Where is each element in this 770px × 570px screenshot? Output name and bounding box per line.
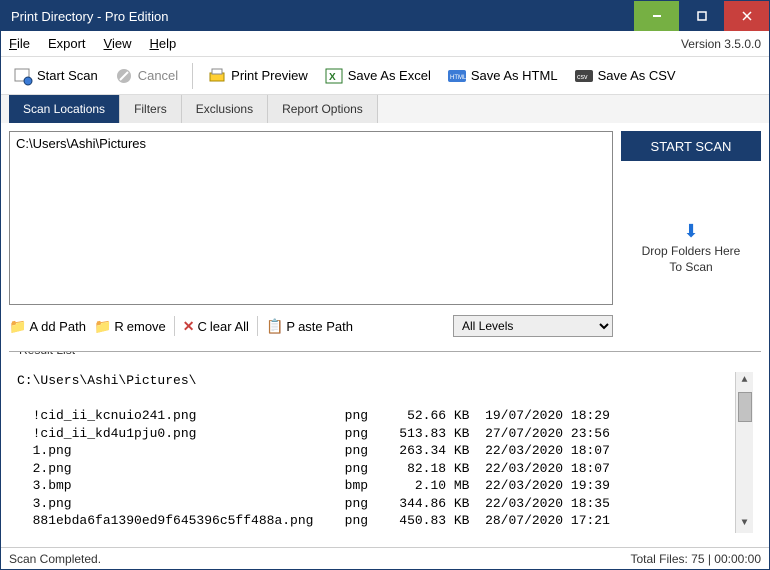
clear-icon: ✕ <box>183 318 195 335</box>
tab-filters[interactable]: Filters <box>120 95 182 123</box>
svg-text:csv: csv <box>577 74 588 81</box>
upper-panel: C:\Users\Ashi\Pictures 📁Add Path 📁Remove… <box>9 131 761 341</box>
window-title: Print Directory - Pro Edition <box>11 9 634 24</box>
html-icon: HTML <box>447 66 467 86</box>
maximize-button[interactable] <box>679 1 724 31</box>
content: C:\Users\Ashi\Pictures 📁Add Path 📁Remove… <box>1 123 769 547</box>
levels-dropdown-wrap: All Levels <box>453 315 613 337</box>
close-button[interactable] <box>724 1 769 31</box>
save-html-button[interactable]: HTML Save As HTML <box>441 62 564 90</box>
paths-area: C:\Users\Ashi\Pictures 📁Add Path 📁Remove… <box>9 131 613 341</box>
cancel-icon <box>114 66 134 86</box>
status-right: Total Files: 75 | 00:00:00 <box>630 552 761 566</box>
csv-icon: csv <box>574 66 594 86</box>
separator <box>257 316 258 336</box>
minimize-button[interactable] <box>634 1 679 31</box>
paths-list[interactable]: C:\Users\Ashi\Pictures <box>9 131 613 305</box>
remove-icon: 📁 <box>94 318 111 335</box>
side-panel: START SCAN ⬇ Drop Folders Here To Scan <box>621 131 761 341</box>
result-list-panel: Result List C:\Users\Ashi\Pictures\ !cid… <box>9 351 761 539</box>
clear-all-button[interactable]: ✕Clear All <box>183 318 249 335</box>
cancel-button[interactable]: Cancel <box>108 62 184 90</box>
paste-icon: 📋 <box>266 318 283 335</box>
window-buttons <box>634 1 769 31</box>
remove-path-button[interactable]: 📁Remove <box>94 318 166 335</box>
menu-view[interactable]: View <box>104 36 132 51</box>
tab-scan-locations[interactable]: Scan Locations <box>9 95 120 123</box>
print-preview-button[interactable]: Print Preview <box>201 62 314 90</box>
status-text: Scan Completed. <box>9 552 101 566</box>
menubar: File Export View Help Version 3.5.0.0 <box>1 31 769 57</box>
menu-export[interactable]: Export <box>48 36 86 51</box>
add-icon: 📁 <box>9 318 26 335</box>
drop-label-2: To Scan <box>669 260 712 274</box>
down-arrow-icon: ⬇ <box>683 221 698 242</box>
start-scan-button[interactable]: Start Scan <box>7 62 104 90</box>
statusbar: Scan Completed. Total Files: 75 | 00:00:… <box>1 547 769 569</box>
result-list-label: Result List <box>15 351 79 357</box>
tabs: Scan Locations Filters Exclusions Report… <box>1 95 769 123</box>
tab-report-options[interactable]: Report Options <box>268 95 378 123</box>
menu-file[interactable]: File <box>9 36 30 51</box>
levels-dropdown[interactable]: All Levels <box>453 315 613 337</box>
scroll-up-icon[interactable]: ▲ <box>736 372 753 390</box>
menu-help[interactable]: Help <box>150 36 177 51</box>
save-excel-button[interactable]: X Save As Excel <box>318 62 437 90</box>
toolbar: Start Scan Cancel Print Preview X Save A… <box>1 57 769 95</box>
paste-path-button[interactable]: 📋Paste Path <box>266 318 353 335</box>
add-path-button[interactable]: 📁Add Path <box>9 318 86 335</box>
separator <box>174 316 175 336</box>
printer-icon <box>207 66 227 86</box>
start-scan-big-button[interactable]: START SCAN <box>621 131 761 161</box>
drop-area[interactable]: ⬇ Drop Folders Here To Scan <box>642 221 741 274</box>
svg-text:X: X <box>329 72 336 83</box>
result-inner: C:\Users\Ashi\Pictures\ !cid_ii_kcnuio24… <box>9 366 761 539</box>
scroll-down-icon[interactable]: ▼ <box>736 515 753 533</box>
scan-icon <box>13 66 33 86</box>
save-csv-button[interactable]: csv Save As CSV <box>568 62 682 90</box>
titlebar: Print Directory - Pro Edition <box>1 1 769 31</box>
excel-icon: X <box>324 66 344 86</box>
result-text[interactable]: C:\Users\Ashi\Pictures\ !cid_ii_kcnuio24… <box>17 372 735 533</box>
scroll-thumb[interactable] <box>738 392 752 422</box>
svg-text:HTML: HTML <box>450 75 467 81</box>
version-label: Version 3.5.0.0 <box>681 37 761 51</box>
separator <box>192 63 193 89</box>
scrollbar[interactable]: ▲ ▼ <box>735 372 753 533</box>
drop-label-1: Drop Folders Here <box>642 244 741 258</box>
path-toolbar: 📁Add Path 📁Remove ✕Clear All 📋Paste Path… <box>9 311 613 341</box>
tab-exclusions[interactable]: Exclusions <box>182 95 268 123</box>
